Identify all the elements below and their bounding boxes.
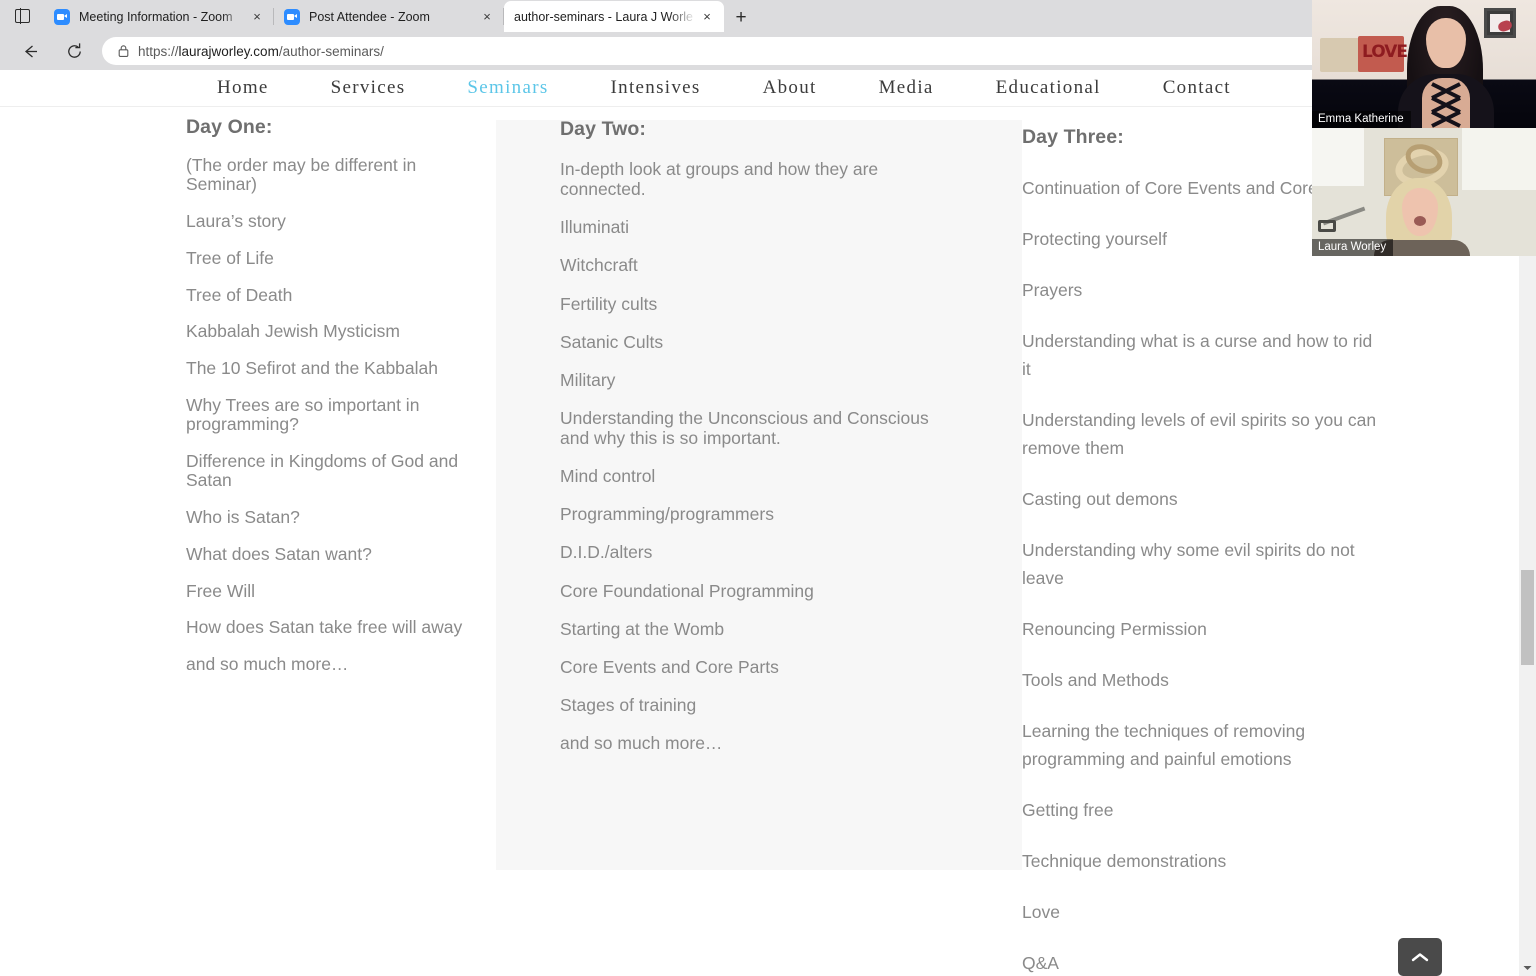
list-item: How does Satan take free will away: [186, 617, 463, 638]
list-item: Q&A: [1022, 953, 1059, 973]
list-item: The 10 Sefirot and the Kabbalah: [186, 358, 438, 379]
tab-search-icon[interactable]: [0, 0, 44, 32]
nav-item-seminars[interactable]: Seminars: [436, 77, 579, 99]
list-item: Learning the techniques of removing prog…: [1022, 721, 1306, 769]
page-viewport: Home Services Seminars Intensives About …: [0, 70, 1519, 976]
list-item: Technique demonstrations: [1022, 851, 1227, 871]
participant-face: [1426, 18, 1466, 68]
list-item: Illuminati: [560, 217, 630, 238]
nav-item-educational[interactable]: Educational: [965, 77, 1132, 99]
chevron-up-icon: [1411, 952, 1429, 961]
list-item: Core Foundational Programming: [560, 580, 814, 601]
list-item: Understanding what is a curse and how to…: [1022, 331, 1373, 379]
list-item: Tree of Life: [186, 247, 274, 268]
day-two-heading: Day Two:: [560, 118, 647, 140]
nav-item-about[interactable]: About: [732, 77, 848, 99]
close-icon[interactable]: ×: [696, 6, 718, 28]
list-item: Stages of training: [560, 694, 697, 715]
list-item: and so much more…: [560, 733, 723, 753]
tab-search-glyph: [14, 8, 30, 24]
close-icon[interactable]: ×: [476, 6, 498, 28]
day-two-column: Day Two: In-depth look at groups and how…: [560, 118, 960, 771]
list-item: Renouncing Permission: [1022, 619, 1207, 639]
decor-wall-frame: [1484, 8, 1516, 38]
video-tile-emma-katherine[interactable]: LOVE Emma Katherine: [1312, 0, 1536, 128]
list-item: Understanding levels of evil spirits so …: [1022, 410, 1377, 458]
day-one-heading: Day One:: [186, 116, 273, 138]
list-item: Witchcraft: [560, 255, 638, 276]
list-item: Love: [1022, 902, 1060, 922]
list-item: In-depth look at groups and how they are…: [560, 159, 879, 200]
participant-name-label: Laura Worley: [1312, 239, 1394, 256]
list-item: D.I.D./alters: [560, 542, 653, 563]
list-item: Core Events and Core Parts: [560, 656, 779, 677]
new-tab-button[interactable]: +: [724, 2, 758, 32]
list-item: Satanic Cults: [560, 331, 664, 352]
address-bar[interactable]: https://laurajworley.com/author-seminars…: [102, 37, 1448, 65]
tab-strip: Meeting Information - Zoom × Post Attend…: [0, 0, 1536, 32]
scrollbar-thumb[interactable]: [1521, 570, 1534, 665]
participant-mouth: [1414, 216, 1426, 226]
back-arrow-icon[interactable]: [12, 36, 48, 66]
list-item: Mind control: [560, 466, 656, 487]
browser-tab-meeting-information[interactable]: Meeting Information - Zoom ×: [44, 1, 274, 32]
list-item: Understanding the Unconscious and Consci…: [560, 407, 929, 448]
browser-chrome: Meeting Information - Zoom × Post Attend…: [0, 0, 1536, 70]
list-item: and so much more…: [186, 654, 349, 675]
nav-item-contact[interactable]: Contact: [1132, 77, 1262, 99]
site-navigation: Home Services Seminars Intensives About …: [0, 70, 1519, 107]
nav-item-services[interactable]: Services: [300, 77, 437, 99]
zoom-video-overlay[interactable]: LOVE Emma Katherine Laura Worley: [1312, 0, 1536, 256]
list-item: Laura’s story: [186, 210, 286, 231]
list-item: Difference in Kingdoms of God and Satan: [186, 451, 459, 490]
list-item: Who is Satan?: [186, 506, 300, 527]
decor-window-left: [1312, 128, 1364, 186]
zoom-icon: [54, 8, 70, 25]
browser-tab-post-attendee[interactable]: Post Attendee - Zoom ×: [274, 1, 504, 32]
decor-love-text: LOVE: [1362, 42, 1408, 62]
nav-item-home[interactable]: Home: [186, 77, 300, 99]
list-item: (The order may be different in Seminar): [186, 155, 417, 194]
lock-icon: [112, 44, 134, 58]
list-item: Why Trees are so important in programmin…: [186, 395, 420, 435]
list-item: Free Will: [186, 580, 256, 601]
list-item: What does Satan want?: [186, 543, 372, 564]
list-item: Fertility cults: [560, 293, 658, 314]
tab-title: Post Attendee - Zoom: [309, 9, 430, 24]
list-item: Tools and Methods: [1022, 670, 1169, 690]
participant-top-lace: [1431, 82, 1461, 128]
list-item: Military: [560, 369, 616, 390]
browser-toolbar: https://laurajworley.com/author-seminars…: [0, 32, 1536, 70]
list-item: Kabbalah Jewish Mysticism: [186, 321, 400, 342]
chevron-down-icon[interactable]: [1519, 959, 1536, 976]
site-nav-items: Home Services Seminars Intensives About …: [186, 77, 1262, 99]
scroll-to-top-button[interactable]: [1398, 938, 1442, 976]
close-icon[interactable]: ×: [246, 6, 268, 28]
list-item: Tree of Death: [186, 284, 293, 305]
nav-item-media[interactable]: Media: [848, 77, 965, 99]
decor-bow: [1496, 19, 1514, 33]
list-item: Understanding why some evil spirits do n…: [1022, 540, 1355, 588]
video-tile-laura-worley[interactable]: Laura Worley: [1312, 128, 1536, 256]
list-item: Starting at the Womb: [560, 618, 725, 639]
list-item: Programming/programmers: [560, 504, 774, 525]
decor-window-right: [1462, 128, 1536, 190]
decor-frame-inner: [1490, 14, 1514, 33]
day-one-column: Day One: (The order may be different in …: [186, 116, 486, 692]
list-item: Getting free: [1022, 800, 1114, 820]
tab-title: author-seminars - Laura J Worle: [514, 9, 694, 24]
reload-icon[interactable]: [56, 36, 92, 66]
zoom-icon: [284, 8, 300, 25]
decor-lamp-head: [1318, 220, 1336, 232]
participant-name-label: Emma Katherine: [1312, 111, 1411, 128]
list-item: Casting out demons: [1022, 489, 1178, 509]
browser-tab-author-seminars[interactable]: author-seminars - Laura J Worle ×: [504, 1, 724, 32]
tab-title: Meeting Information - Zoom: [79, 9, 233, 24]
list-item: Prayers: [1022, 280, 1083, 300]
url-text: https://laurajworley.com/author-seminars…: [138, 43, 384, 59]
nav-item-intensives[interactable]: Intensives: [580, 77, 732, 99]
